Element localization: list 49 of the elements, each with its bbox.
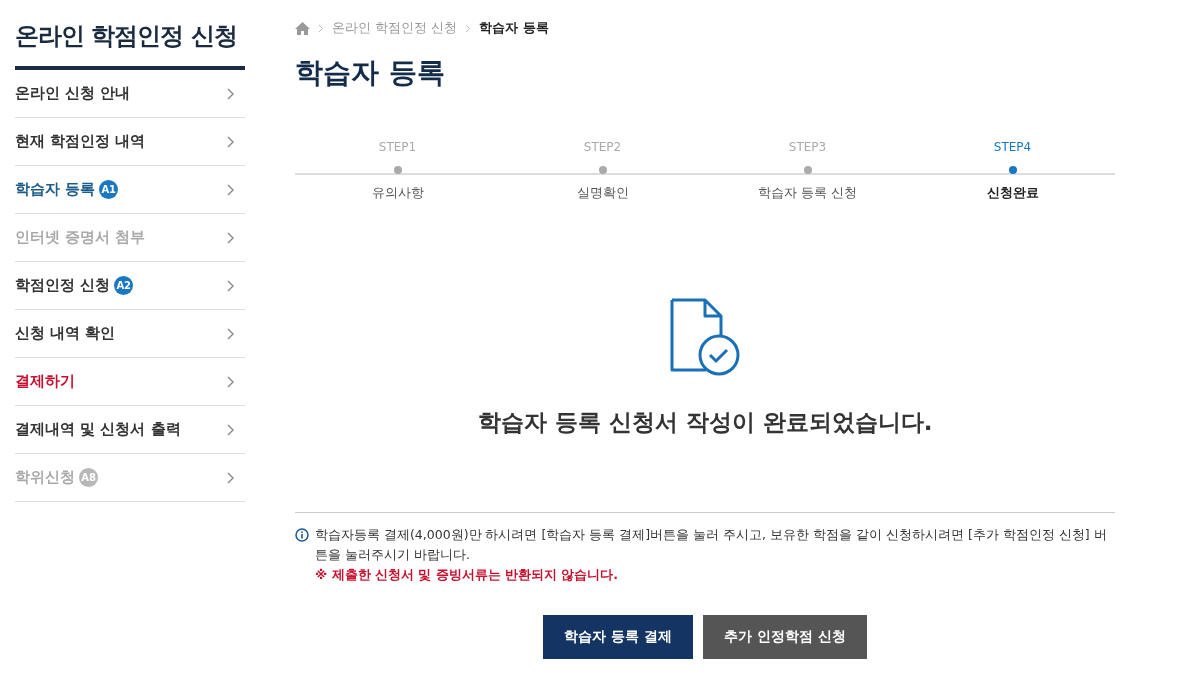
sidebar-title: 온라인 학점인정 신청 [15, 20, 245, 70]
menu-badge: A8 [79, 468, 98, 487]
menu-item-label: 현재 학점인정 내역 [15, 132, 146, 151]
chevron-right-icon [227, 231, 235, 244]
home-icon[interactable] [295, 21, 310, 35]
sidebar-menu-item[interactable]: 결제내역 및 신청서 출력 [15, 406, 245, 454]
menu-item-label: 학습자 등록 [15, 180, 96, 199]
sidebar-menu-item[interactable]: 신청 내역 확인 [15, 310, 245, 358]
step-label: 학습자 등록 신청 [757, 184, 858, 202]
menu-item-label: 신청 내역 확인 [15, 324, 116, 343]
step-number: STEP4 [993, 140, 1032, 156]
menu-item-label: 온라인 신청 안내 [15, 84, 131, 103]
menu-item-label: 학위신청 [15, 468, 75, 487]
page-title: 학습자 등록 [295, 55, 446, 91]
breadcrumb-link[interactable]: 학습자 등록 [479, 19, 549, 37]
chevron-right-icon [227, 327, 235, 340]
step-label: 신청완료 [986, 184, 1039, 202]
chevron-right-icon [227, 279, 235, 292]
info-icon [295, 528, 309, 542]
sidebar-menu-item[interactable]: 현재 학점인정 내역 [15, 118, 245, 166]
chevron-right-icon [227, 87, 235, 100]
step-label: 유의사항 [371, 184, 424, 202]
sidebar-menu-item[interactable]: 온라인 신청 안내 [15, 70, 245, 118]
action-button[interactable]: 추가 인정학점 신청 [703, 615, 867, 659]
step-label: 실명확인 [576, 184, 629, 202]
completion-message: 학습자 등록 신청서 작성이 완료되었습니다. [477, 408, 933, 437]
action-button[interactable]: 학습자 등록 결제 [543, 615, 693, 659]
menu-item-label: 결제내역 및 신청서 출력 [15, 420, 181, 439]
chevron-right-icon [318, 23, 324, 33]
step-number: STEP2 [583, 140, 622, 156]
menu-item-label: 인터넷 증명서 첨부 [15, 228, 146, 247]
menu-item-label: 학점인정 신청 [15, 276, 111, 295]
step-number: STEP1 [378, 140, 417, 156]
sidebar-menu-item[interactable]: 학점인정 신청 A2 [15, 262, 245, 310]
chevron-right-icon [227, 183, 235, 196]
sidebar-menu-item[interactable]: 결제하기 [15, 358, 245, 406]
chevron-right-icon [227, 135, 235, 148]
chevron-right-icon [465, 23, 472, 33]
chevron-right-icon [227, 423, 235, 436]
sidebar-menu-item[interactable]: 학습자 등록 A1 [15, 166, 245, 214]
menu-badge: A1 [99, 180, 119, 199]
menu-badge: A2 [114, 276, 134, 295]
chevron-right-icon [227, 471, 235, 484]
menu-item-label: 결제하기 [15, 372, 75, 391]
document-check-icon [669, 297, 741, 377]
step-number: STEP3 [788, 140, 827, 156]
chevron-right-icon [227, 375, 235, 388]
warning-text: ※ 제출한 신청서 및 증빙서류는 반환되지 않습니다. [315, 566, 619, 584]
notice-text: 학습자등록 결제(4,000원)만 하시려면 [학습자 등록 결제]버튼을 눌러 주시고, 보유한 학점을 같이 신청하시려면 [추가 학점인정 신청] 버튼을 눌러주시기 바랍니다. [315, 526, 1108, 564]
